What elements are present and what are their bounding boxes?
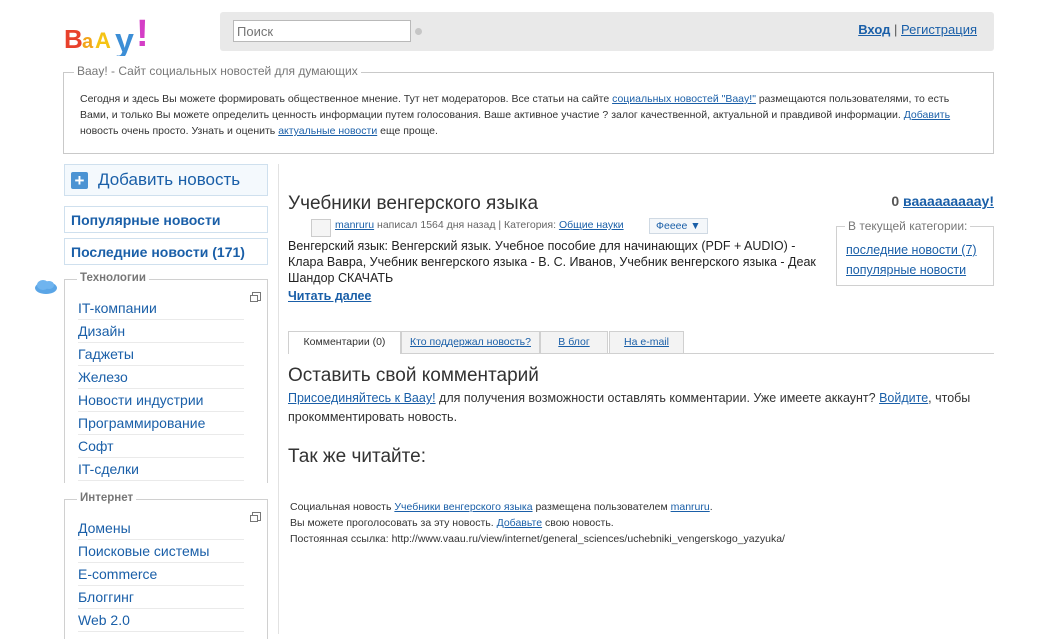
article-title: Учебники венгерского языка (288, 193, 539, 214)
search-indicator-icon (415, 28, 422, 35)
category-item[interactable]: Поисковые системы (78, 540, 244, 563)
in-category-popular-link[interactable]: популярные новости (846, 263, 966, 277)
tab-supporters[interactable]: Кто поддержал новость? (401, 331, 540, 353)
add-news-button[interactable]: + Добавить новость (64, 164, 268, 196)
category-item[interactable]: Софт (78, 435, 244, 458)
category-link[interactable]: Общие науки (559, 219, 624, 231)
category-list-tech: IT-компании Дизайн Гаджеты Железо Новост… (78, 297, 244, 481)
tab-email-label: На e-mail (624, 336, 669, 348)
info-text: размещена пользователем (532, 501, 671, 513)
news-info-line-2: Вы можете проголосовать за эту новость. … (290, 515, 785, 531)
svg-text:B: B (64, 24, 83, 54)
auth-separator: | (893, 22, 898, 37)
tab-comments[interactable]: Комментарии (0) (288, 331, 401, 354)
latest-news-label: Последние новости (171) (71, 244, 245, 260)
category-item[interactable]: Программирование (78, 412, 244, 435)
add-news-link[interactable]: Добавьте (497, 517, 542, 529)
comment-text: Присоединяйтесь к Baay! для получения во… (288, 389, 994, 427)
intro-title: Baay! - Сайт социальных новостей для дум… (74, 64, 361, 78)
info-text: . (709, 501, 713, 513)
vote-widget: 0 вааааааааау! (891, 193, 994, 209)
svg-text:!: ! (136, 13, 149, 55)
category-item[interactable]: Web 2.0 (78, 609, 244, 632)
comment-title: Оставить свой комментарий (288, 365, 539, 386)
intro-text-4: еще проще. (377, 125, 438, 137)
join-link[interactable]: Присоединяйтесь к Baay! (288, 391, 436, 405)
news-info: Социальная новость Учебники венгерского … (290, 499, 785, 547)
category-title-internet: Интернет (77, 492, 137, 504)
category-item[interactable]: E-commerce (78, 563, 244, 586)
category-item[interactable]: Блоггинг (78, 586, 244, 609)
tab-email[interactable]: На e-mail (609, 331, 684, 353)
intro-text-1: Сегодня и здесь Вы можете формировать об… (80, 93, 613, 105)
plus-icon: + (71, 172, 88, 189)
header-bar: Вход | Регистрация (220, 12, 994, 51)
vote-button[interactable]: вааааааааау! (903, 193, 994, 209)
category-item[interactable]: Дизайн (78, 320, 244, 343)
tab-blog[interactable]: В блог (540, 331, 608, 353)
intro-link-social-news[interactable]: социальных новостей "Baay!" (612, 93, 756, 105)
article-meta: manruru написал 1564 дня назад | Категор… (335, 219, 624, 231)
svg-text:a: a (82, 31, 94, 53)
intro-text-3: новость очень просто. Узнать и оценить (80, 125, 279, 137)
column-divider (278, 164, 279, 634)
latest-news-link[interactable]: Последние новости (171) (64, 238, 268, 265)
category-item[interactable]: Новости индустрии (78, 389, 244, 412)
vote-count: 0 (891, 193, 900, 209)
minimize-icon[interactable] (250, 512, 261, 522)
tab-blog-label: В блог (558, 336, 590, 348)
permalink: Постоянная ссылка: http://www.vaau.ru/vi… (290, 533, 785, 545)
category-item[interactable]: Гаджеты (78, 343, 244, 366)
category-item[interactable]: IT-сделки (78, 458, 244, 481)
add-news-label: Добавить новость (98, 170, 241, 189)
author-link[interactable]: manruru (335, 219, 374, 231)
category-title-tech: Технологии (77, 272, 149, 284)
cloud-icon (35, 280, 57, 294)
news-link[interactable]: Учебники венгерского языка (394, 501, 532, 513)
article-body: Венгерский язык: Венгерский язык. Учебно… (288, 239, 816, 285)
category-item[interactable]: Домены (78, 517, 244, 540)
comment-text-1: для получения возможности оставлять комм… (435, 391, 880, 405)
info-text: Социальная новость (290, 501, 395, 513)
info-text: Вы можете проголосовать за эту новость. (290, 517, 497, 529)
popular-news-link[interactable]: Популярные новости (64, 206, 268, 233)
tab-supporters-label: Кто поддержал новость? (409, 336, 531, 348)
in-category-box: В текущей категории: последние новости (… (836, 219, 994, 286)
minimize-icon[interactable] (250, 292, 261, 302)
intro-box: Baay! - Сайт социальных новостей для дум… (63, 64, 994, 154)
news-info-line-1: Социальная новость Учебники венгерского … (290, 499, 785, 515)
user-link[interactable]: manruru (671, 501, 710, 513)
meta-text: написал 1564 дня назад | Категория: (374, 219, 559, 231)
category-item[interactable]: IT-компании (78, 297, 244, 320)
category-list-internet: Домены Поисковые системы E-commerce Блог… (78, 517, 244, 632)
category-item[interactable]: Железо (78, 366, 244, 389)
intro-link-add[interactable]: Добавить (904, 109, 950, 121)
tab-bar: Комментарии (0) Кто поддержал новость? В… (288, 331, 994, 354)
search-input[interactable] (233, 20, 411, 42)
svg-text:y: y (115, 22, 134, 56)
auth-links: Вход | Регистрация (858, 22, 977, 37)
register-link[interactable]: Регистрация (901, 22, 977, 37)
read-more-link[interactable]: Читать далее (288, 289, 371, 303)
login-link[interactable]: Вход (858, 22, 890, 37)
in-category-title: В текущей категории: (845, 219, 971, 233)
site-logo[interactable]: B a A y ! (64, 12, 184, 56)
avatar[interactable] (311, 219, 331, 237)
intro-link-actual-news[interactable]: актуальные новости (278, 125, 377, 137)
category-box-tech: Технологии IT-компании Дизайн Гаджеты Же… (64, 272, 268, 483)
login-link-inline[interactable]: Войдите (879, 391, 928, 405)
intro-text: Сегодня и здесь Вы можете формировать об… (80, 91, 979, 139)
category-box-internet: Интернет Домены Поисковые системы E-comm… (64, 492, 268, 639)
popular-news-label: Популярные новости (71, 212, 221, 228)
svg-text:A: A (95, 28, 111, 53)
info-text: свою новость. (542, 517, 614, 529)
in-category-latest-link[interactable]: последние новости (7) (846, 243, 977, 257)
dislike-dropdown[interactable]: Фееее ▼ (649, 218, 708, 234)
also-read-title: Так же читайте: (288, 446, 426, 467)
